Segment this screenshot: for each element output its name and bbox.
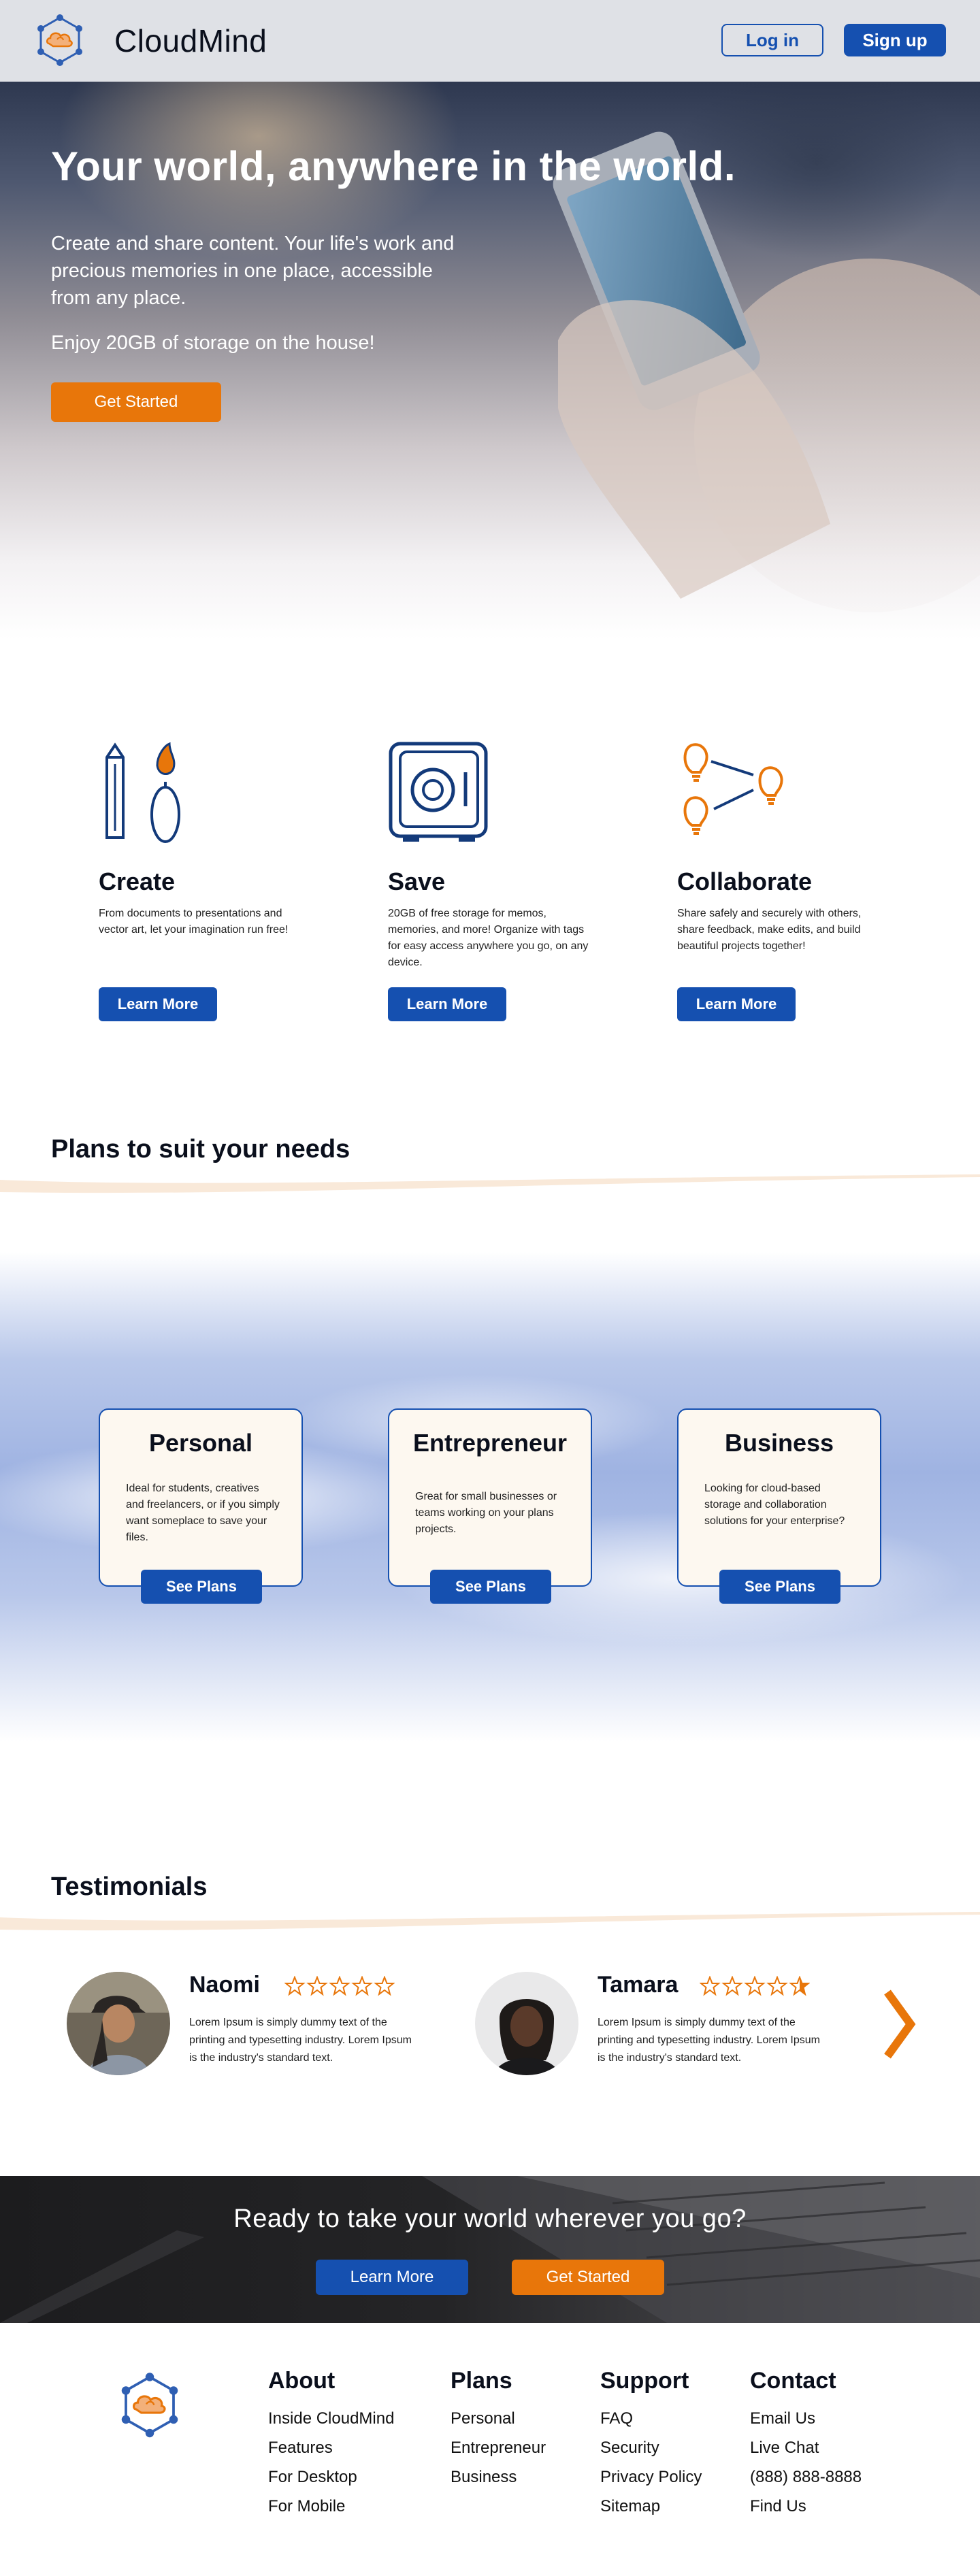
footer-link-business[interactable]: Business: [451, 2462, 546, 2492]
hero-title: Your world, anywhere in the world.: [51, 144, 736, 189]
see-plans-button[interactable]: See Plans: [430, 1570, 551, 1604]
footer-heading: Plans: [451, 2368, 512, 2394]
plan-description: Ideal for students, creatives and freela…: [126, 1483, 280, 1543]
lightbulb-network-icon: [683, 743, 783, 835]
feature-title: Create: [99, 868, 176, 895]
footer-link-find-us[interactable]: Find Us: [750, 2492, 862, 2521]
learn-more-button[interactable]: Learn More: [99, 987, 217, 1021]
feature-title: Save: [388, 868, 446, 895]
safe-icon: [389, 742, 488, 842]
see-plans-button[interactable]: See Plans: [141, 1570, 262, 1604]
hero-description: Create and share content. Your life's wo…: [51, 233, 455, 309]
testimonials-section-title: Testimonials: [51, 1872, 208, 1901]
plan-title: Personal: [148, 1429, 253, 1457]
hero-storage-offer: Enjoy 20GB of storage on the house!: [51, 332, 375, 354]
footer-link-live-chat[interactable]: Live Chat: [750, 2433, 862, 2462]
person-photo-icon: [475, 1972, 578, 2075]
feature-title: Collaborate: [677, 868, 813, 895]
footer-heading: About: [268, 2368, 336, 2394]
feature-text: Share safely and securely with others, s…: [677, 908, 862, 952]
feature-text: From documents to presentations and vect…: [99, 908, 289, 936]
cta-banner: Ready to take your world wherever you go…: [0, 2176, 980, 2323]
feature-collaborate: Collaborate Share safely and securely wi…: [677, 738, 902, 1021]
rating-stars-icon: [284, 1976, 395, 1996]
hero-section: Your world, anywhere in the world. Creat…: [0, 82, 980, 640]
feature-save: Save 20GB of free storage for memos, mem…: [388, 738, 612, 1021]
section-divider: [0, 1174, 980, 1193]
footer-column-contact: Contact Email Us Live Chat (888) 888-888…: [750, 2368, 862, 2521]
footer-heading: Support: [600, 2368, 689, 2394]
footer-link-personal[interactable]: Personal: [451, 2404, 546, 2433]
cta-title: Ready to take your world wherever you go…: [233, 2205, 747, 2233]
plan-card-business: Business Looking for cloud-based storage…: [677, 1408, 881, 1604]
signup-button[interactable]: Sign up: [844, 24, 946, 56]
learn-more-button[interactable]: Learn More: [388, 987, 506, 1021]
testimonial-text: Lorem Ipsum is simply dummy text of the …: [598, 2017, 820, 2064]
hero-get-started-button[interactable]: Get Started: [51, 382, 221, 422]
plan-title: Entrepreneur: [412, 1429, 568, 1457]
brand-name: CloudMind: [114, 23, 267, 59]
brand[interactable]: CloudMind: [33, 14, 267, 68]
person-photo-icon: [67, 1972, 170, 2075]
cloudmind-logo-icon[interactable]: [116, 2372, 184, 2440]
site-footer: About Inside CloudMind Features For Desk…: [0, 2323, 980, 2576]
footer-link-phone[interactable]: (888) 888-8888: [750, 2462, 862, 2492]
footer-link-for-desktop[interactable]: For Desktop: [268, 2462, 394, 2492]
pencil-brush-icon: [105, 742, 180, 843]
footer-link-privacy-policy[interactable]: Privacy Policy: [600, 2462, 702, 2492]
plan-description: Great for small businesses or teams work…: [415, 1491, 557, 1535]
cloudmind-logo-icon: [37, 14, 82, 66]
footer-link-sitemap[interactable]: Sitemap: [600, 2492, 702, 2521]
footer-link-security[interactable]: Security: [600, 2433, 702, 2462]
plan-title: Business: [724, 1429, 834, 1457]
testimonial-text: Lorem Ipsum is simply dummy text of the …: [189, 2017, 412, 2064]
section-divider: [0, 1912, 980, 1931]
laptop-background-image: [0, 2176, 980, 2323]
star-rating: [284, 1976, 395, 1996]
chevron-right-icon[interactable]: [878, 1987, 919, 2062]
testimonial-name: Tamara: [598, 1972, 679, 1998]
footer-heading: Contact: [750, 2368, 836, 2394]
plan-description: Looking for cloud-based storage and coll…: [704, 1483, 845, 1527]
site-header: CloudMind Log in Sign up: [0, 0, 980, 82]
testimonial-name: Naomi: [189, 1972, 260, 1998]
footer-link-features[interactable]: Features: [268, 2433, 394, 2462]
testimonial-card: Naomi Lorem Ipsum is simply dummy text o…: [67, 1972, 448, 2077]
footer-column-about: About Inside CloudMind Features For Desk…: [268, 2368, 394, 2521]
feature-create: Create From documents to presentations a…: [99, 738, 323, 1021]
star-rating: [700, 1976, 810, 1996]
footer-link-email-us[interactable]: Email Us: [750, 2404, 862, 2433]
avatar: [475, 1972, 578, 2075]
cta-learn-more-button[interactable]: Learn More: [316, 2260, 468, 2295]
cta-get-started-button[interactable]: Get Started: [512, 2260, 664, 2295]
plan-card-personal: Personal Ideal for students, creatives a…: [99, 1408, 303, 1604]
footer-link-faq[interactable]: FAQ: [600, 2404, 702, 2433]
plans-section-title: Plans to suit your needs: [51, 1135, 350, 1163]
footer-link-entrepreneur[interactable]: Entrepreneur: [451, 2433, 546, 2462]
plan-card-entrepreneur: Entrepreneur Great for small businesses …: [388, 1408, 592, 1604]
learn-more-button[interactable]: Learn More: [677, 987, 796, 1021]
login-button[interactable]: Log in: [721, 24, 823, 56]
footer-column-plans: Plans Personal Entrepreneur Business: [451, 2368, 546, 2492]
see-plans-button[interactable]: See Plans: [719, 1570, 840, 1604]
footer-link-inside-cloudmind[interactable]: Inside CloudMind: [268, 2404, 394, 2433]
avatar: [67, 1972, 170, 2075]
rating-stars-icon: [700, 1976, 810, 1996]
footer-column-support: Support FAQ Security Privacy Policy Site…: [600, 2368, 702, 2521]
feature-text: 20GB of free storage for memos, memories…: [388, 908, 589, 968]
footer-link-for-mobile[interactable]: For Mobile: [268, 2492, 394, 2521]
testimonial-card: Tamara Lorem Ipsum is simply dummy text …: [475, 1972, 856, 2077]
